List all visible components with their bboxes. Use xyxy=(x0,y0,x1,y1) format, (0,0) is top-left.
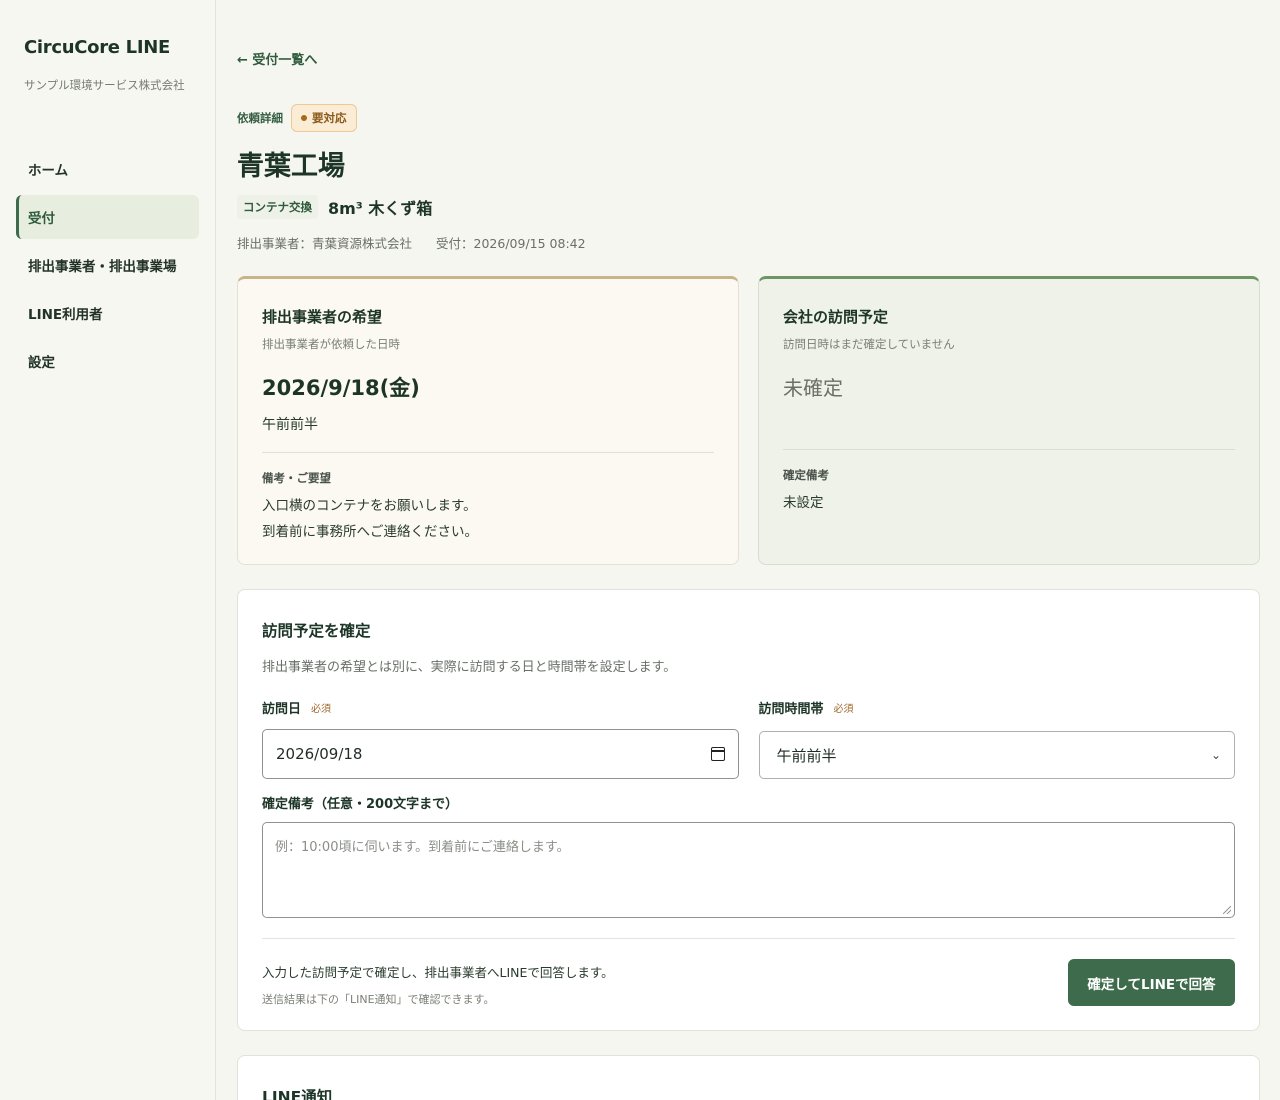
status-badge: 要対応 xyxy=(291,104,357,132)
required-mark: 必須 xyxy=(833,704,854,715)
plan-card: 会社の訪問予定 訪問日時はまだ確定していません 未確定 確定備考 未設定 xyxy=(758,276,1260,565)
resize-handle-icon[interactable] xyxy=(1223,906,1231,914)
chevron-down-icon: ⌄ xyxy=(1210,748,1221,762)
wish-note-line: 到着前に事務所へご連絡ください。 xyxy=(262,524,478,540)
submit-main-text: 入力した訪問予定で確定し、排出事業者へLINEで回答します。 xyxy=(262,965,614,980)
divider xyxy=(262,938,1235,939)
line-notification-panel: LINE通知 xyxy=(237,1055,1260,1100)
calendar-icon[interactable] xyxy=(710,747,725,761)
service-row: コンテナ交換 8m³ 木くず箱 xyxy=(237,195,432,219)
visit-time-label: 訪問時間帯 必須 xyxy=(759,698,1236,717)
wish-note: 入口横のコンテナをお願いします。 到着前に事務所へご連絡ください。 xyxy=(262,493,714,545)
wish-card-subtitle: 排出事業者が依頼した日時 xyxy=(262,337,400,351)
wish-time-slot: 午前前半 xyxy=(262,417,318,433)
wish-date: 2026/9/18(金) xyxy=(262,376,420,400)
emitter-name: 排出事業者：青葉資源株式会社 xyxy=(237,236,413,251)
brand-logo[interactable]: CircuCore LINE xyxy=(24,37,170,58)
line-notification-title: LINE通知 xyxy=(262,1088,333,1100)
sidebar-item-settings[interactable]: 設定 xyxy=(16,339,199,383)
divider xyxy=(783,449,1235,450)
visit-time-label-text: 訪問時間帯 xyxy=(758,702,824,717)
sidebar-item-emitters[interactable]: 排出事業者・排出事業場 xyxy=(16,243,199,287)
eyebrow-label: 依頼詳細 xyxy=(237,111,283,125)
visit-time-select[interactable]: 午前前半 ⌄ xyxy=(758,731,1235,779)
wish-note-line: 入口横のコンテナをお願いします。 xyxy=(262,498,477,514)
status-dot-icon xyxy=(301,115,307,121)
visit-time-field: 訪問時間帯 必須 午前前半 ⌄ xyxy=(758,698,1236,779)
submit-explanation: 入力した訪問予定で確定し、排出事業者へLINEで回答します。 送信結果は下の「L… xyxy=(262,962,614,1007)
memo-placeholder: 例：10:00頃に伺います。到着前にご連絡します。 xyxy=(275,840,570,855)
form-title: 訪問予定を確定 xyxy=(262,622,371,640)
plan-status: 未確定 xyxy=(783,376,843,400)
confirm-form-panel: 訪問予定を確定 排出事業者の希望とは別に、実際に訪問する日と時間帯を設定します。… xyxy=(237,589,1260,1031)
memo-textarea[interactable]: 例：10:00頃に伺います。到着前にご連絡します。 xyxy=(262,822,1235,918)
confirm-and-reply-button[interactable]: 確定してLINEで回答 xyxy=(1068,959,1235,1006)
received-at: 受付：2026/09/15 08:42 xyxy=(436,236,586,251)
visit-date-field: 訪問日 必須 2026/09/18 xyxy=(262,698,739,779)
service-tag: コンテナ交換 xyxy=(237,195,318,219)
container-name: 8m³ 木くず箱 xyxy=(328,199,433,218)
form-description: 排出事業者の希望とは別に、実際に訪問する日と時間帯を設定します。 xyxy=(262,660,677,675)
visit-date-label: 訪問日 必須 xyxy=(262,698,739,717)
field-row: 訪問日 必須 2026/09/18 訪問時間帯 必須 午前前半 ⌄ xyxy=(262,698,1235,779)
plan-note-label: 確定備考 xyxy=(783,468,829,482)
detail-eyebrow: 依頼詳細 要対応 xyxy=(237,104,357,132)
page-title: 青葉工場 xyxy=(237,151,345,182)
required-mark: 必須 xyxy=(311,704,332,715)
wish-card-title: 排出事業者の希望 xyxy=(262,308,383,326)
visit-date-input[interactable]: 2026/09/18 xyxy=(262,729,739,779)
wish-note-label: 備考・ご要望 xyxy=(262,471,331,485)
sidebar-item-line-users[interactable]: LINE利用者 xyxy=(16,291,199,335)
sidebar: CircuCore LINE サンプル環境サービス株式会社 ホーム 受付 排出事… xyxy=(0,0,216,1100)
visit-date-label-text: 訪問日 xyxy=(262,702,302,717)
back-link[interactable]: ← 受付一覧へ xyxy=(237,49,317,68)
wish-card: 排出事業者の希望 排出事業者が依頼した日時 2026/9/18(金) 午前前半 … xyxy=(237,276,739,565)
submit-sub-text: 送信結果は下の「LINE通知」で確認できます。 xyxy=(262,993,495,1006)
request-meta: 排出事業者：青葉資源株式会社 受付：2026/09/15 08:42 xyxy=(237,233,586,252)
visit-time-value: 午前前半 xyxy=(776,746,837,765)
status-badge-label: 要対応 xyxy=(312,111,347,125)
plan-card-subtitle: 訪問日時はまだ確定していません xyxy=(783,337,955,351)
organization-name: サンプル環境サービス株式会社 xyxy=(24,78,185,92)
sidebar-nav: ホーム 受付 排出事業者・排出事業場 LINE利用者 設定 xyxy=(16,147,199,387)
plan-note-value: 未設定 xyxy=(783,495,824,511)
sidebar-item-reception[interactable]: 受付 xyxy=(16,195,199,239)
memo-label: 確定備考（任意・200文字まで） xyxy=(262,797,459,812)
sidebar-item-home[interactable]: ホーム xyxy=(16,147,199,191)
divider xyxy=(262,452,714,453)
visit-date-value: 2026/09/18 xyxy=(276,745,363,763)
plan-card-title: 会社の訪問予定 xyxy=(783,308,889,326)
